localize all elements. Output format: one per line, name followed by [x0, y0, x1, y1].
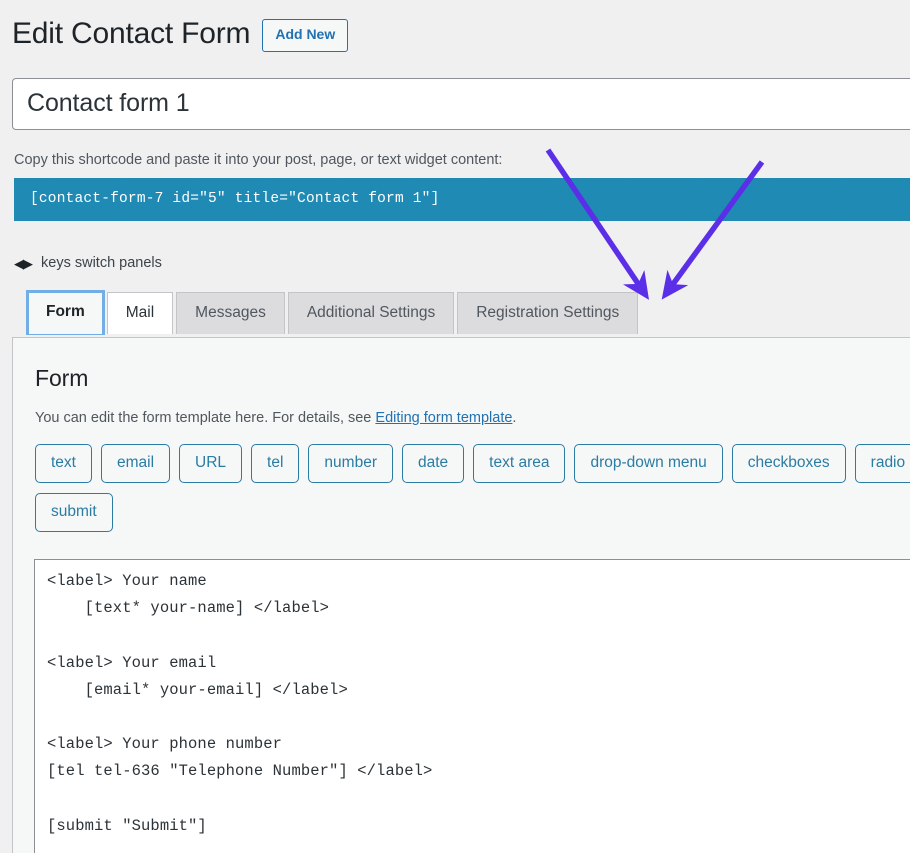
- tag-button-url[interactable]: URL: [179, 444, 242, 483]
- tab-form[interactable]: Form: [27, 291, 104, 334]
- form-panel-body: Form You can edit the form template here…: [13, 338, 910, 532]
- left-right-arrow-icon: ◀▶: [14, 257, 32, 270]
- tab-registration-settings[interactable]: Registration Settings: [457, 292, 638, 334]
- tag-button-checkboxes[interactable]: checkboxes: [732, 444, 846, 483]
- contact-form-7-edit-screen: Edit Contact Form Add New Copy this shor…: [0, 0, 910, 853]
- description-text-after: .: [512, 410, 516, 426]
- form-template-textarea[interactable]: <label> Your name [text* your-name] </la…: [34, 559, 910, 853]
- tab-additional-settings[interactable]: Additional Settings: [288, 292, 454, 334]
- editing-form-template-link[interactable]: Editing form template: [375, 410, 512, 426]
- form-tag-row: submit: [35, 493, 910, 532]
- tag-button-tel[interactable]: tel: [251, 444, 299, 483]
- tab-mail[interactable]: Mail: [107, 292, 173, 334]
- tag-button-submit[interactable]: submit: [35, 493, 113, 532]
- tag-button-text-area[interactable]: text area: [473, 444, 565, 483]
- tag-button-number[interactable]: number: [308, 444, 393, 483]
- page-header: Edit Contact Form Add New: [12, 14, 348, 53]
- keys-switch-panels-hint: ◀▶ keys switch panels: [14, 255, 162, 271]
- form-title-input[interactable]: [12, 78, 910, 130]
- form-tag-row: text email URL tel number date text area…: [35, 444, 910, 483]
- description-text-before: You can edit the form template here. For…: [35, 410, 375, 426]
- add-new-button[interactable]: Add New: [262, 19, 348, 52]
- form-panel-description: You can edit the form template here. For…: [35, 408, 910, 430]
- panel-tabs: Form Mail Messages Additional Settings R…: [27, 291, 638, 334]
- keys-switch-panels-label: keys switch panels: [41, 255, 162, 271]
- tag-button-email[interactable]: email: [101, 444, 170, 483]
- shortcode-input[interactable]: [contact-form-7 id="5" title="Contact fo…: [14, 178, 910, 221]
- shortcode-value: [contact-form-7 id="5" title="Contact fo…: [30, 191, 439, 207]
- shortcode-hint: Copy this shortcode and paste it into yo…: [14, 150, 502, 172]
- tag-button-radio-buttons[interactable]: radio buttons: [855, 444, 910, 483]
- tag-button-drop-down-menu[interactable]: drop-down menu: [574, 444, 722, 483]
- tag-button-date[interactable]: date: [402, 444, 464, 483]
- tab-messages[interactable]: Messages: [176, 292, 285, 334]
- tag-button-text[interactable]: text: [35, 444, 92, 483]
- form-panel: Form You can edit the form template here…: [12, 337, 910, 853]
- form-panel-heading: Form: [35, 365, 910, 392]
- form-title-field-wrapper: [12, 78, 910, 130]
- form-tag-buttons: text email URL tel number date text area…: [35, 444, 910, 532]
- page-title: Edit Contact Form: [12, 14, 250, 53]
